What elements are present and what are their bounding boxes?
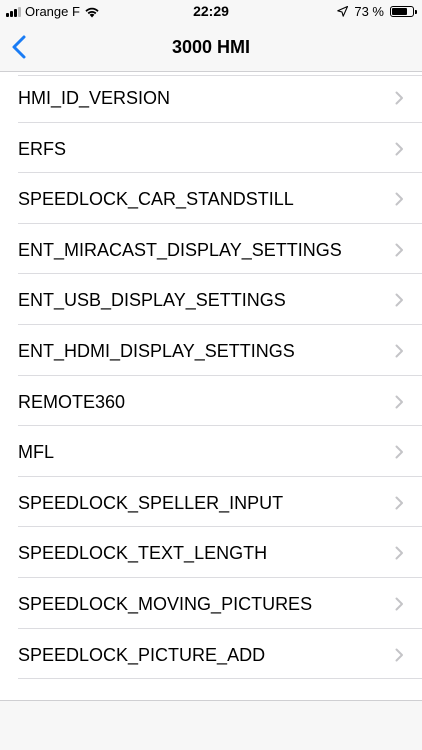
list-item[interactable]: HMI_ID_VERSION bbox=[0, 72, 422, 123]
battery-percentage: 73 % bbox=[354, 4, 384, 19]
list-item-label: SPEEDLOCK_MOVING_PICTURES bbox=[18, 593, 313, 614]
list-item[interactable]: SPEEDLOCK_CAR_STANDSTILL bbox=[0, 173, 422, 224]
chevron-right-icon bbox=[395, 648, 403, 662]
status-bar: Orange F 22:29 73 % bbox=[0, 0, 422, 24]
list-item[interactable]: ENT_USB_DISPLAY_SETTINGS bbox=[0, 274, 422, 325]
chevron-right-icon bbox=[395, 91, 403, 105]
settings-list: HMI_ID_VERSION ERFS SPEEDLOCK_CAR_STANDSTI… bbox=[0, 72, 422, 700]
list-item[interactable]: SPEEDLOCK_MOVING_PICTURES bbox=[0, 578, 422, 629]
page-title: 3000 HMI bbox=[171, 37, 251, 57]
list-item-label: ERFS bbox=[18, 138, 67, 159]
chevron-right-icon bbox=[395, 597, 403, 611]
battery-icon bbox=[390, 6, 417, 17]
chevron-right-icon bbox=[395, 192, 403, 206]
list-item-label: ENT_USB_DISPLAY_SETTINGS bbox=[18, 290, 286, 311]
list-item-label: ENT_MIRACAST_DISPLAY_SETTINGS bbox=[18, 239, 342, 260]
list-item[interactable]: REMOTE360 bbox=[0, 376, 422, 427]
status-right: 73 % bbox=[337, 4, 417, 19]
list-item-label: HMI_ID_VERSION bbox=[18, 88, 171, 108]
battery-level bbox=[392, 8, 407, 15]
list-item[interactable]: ENT_HDMI_DISPLAY_SETTINGS bbox=[0, 325, 422, 376]
chevron-right-icon bbox=[395, 496, 403, 510]
chevron-right-icon bbox=[395, 142, 403, 156]
list-item-label: ENT_HDMI_DISPLAY_SETTINGS bbox=[18, 340, 295, 361]
app-screen: Orange F 22:29 73 % 3000 HMI HMI_ID_VERS… bbox=[0, 0, 422, 750]
list-item-label: MFL bbox=[18, 442, 54, 463]
chevron-right-icon bbox=[395, 344, 403, 358]
location-arrow-icon bbox=[337, 6, 349, 17]
navigation-bar: 3000 HMI bbox=[0, 24, 422, 72]
list-item-label: SPEEDLOCK_TEXT_LENGTH bbox=[18, 543, 268, 564]
chevron-right-icon bbox=[395, 445, 403, 459]
chevron-right-icon bbox=[395, 243, 403, 257]
chevron-right-icon bbox=[395, 395, 403, 409]
bottom-toolbar bbox=[0, 700, 422, 750]
list-item[interactable]: SPEEDLOCK_TEXT_LENGTH bbox=[0, 527, 422, 578]
list-item[interactable]: MFL bbox=[0, 426, 422, 477]
chevron-right-icon bbox=[395, 293, 403, 307]
list-item-label: REMOTE360 bbox=[18, 391, 126, 412]
list-item[interactable]: ENT_MIRACAST_DISPLAY_SETTINGS bbox=[0, 224, 422, 275]
chevron-right-icon bbox=[395, 546, 403, 560]
list-item-label: SPEEDLOCK_CAR_STANDSTILL bbox=[18, 189, 294, 210]
list-item-label: SPEEDLOCK_PICTURE_ADD bbox=[18, 644, 266, 665]
list-item[interactable]: SPEEDLOCK_PICTURE_ADD bbox=[0, 629, 422, 680]
list-item[interactable]: SPEEDLOCK_SPELLER_INPUT bbox=[0, 477, 422, 528]
list-item-label: SPEEDLOCK_SPELLER_INPUT bbox=[18, 492, 284, 513]
list-item[interactable]: ERFS bbox=[0, 123, 422, 174]
